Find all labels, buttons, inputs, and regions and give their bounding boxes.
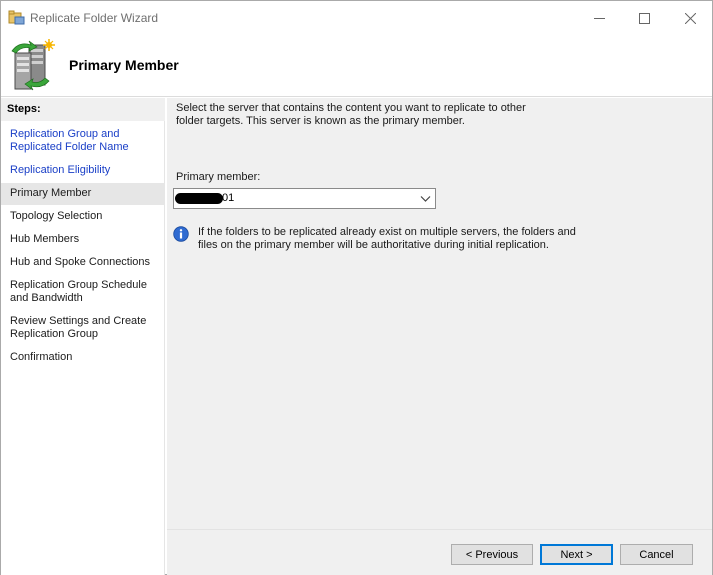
step-schedule-bandwidth: Replication Group Schedule and Bandwidth xyxy=(10,279,147,304)
primary-member-select[interactable]: 01 xyxy=(173,188,436,209)
steps-heading: Steps: xyxy=(1,98,165,121)
cancel-button[interactable]: Cancel xyxy=(620,544,693,565)
step-review-settings: Review Settings and Create Replication G… xyxy=(10,315,147,340)
wizard-header: Primary Member xyxy=(1,35,712,97)
step-hub-spoke-connections: Hub and Spoke Connections xyxy=(10,256,151,268)
wizard-window: Replicate Folder Wizard Primary Member S… xyxy=(0,0,713,575)
wizard-footer: < Previous Next > Cancel xyxy=(167,529,712,575)
content-panel: Select the server that contains the cont… xyxy=(167,98,712,529)
close-button[interactable] xyxy=(667,1,713,35)
info-text: If the folders to be replicated already … xyxy=(198,226,576,251)
info-icon xyxy=(173,226,189,242)
step-confirmation: Confirmation xyxy=(10,351,73,363)
next-button[interactable]: Next > xyxy=(540,544,613,565)
page-title: Primary Member xyxy=(69,57,179,73)
minimize-icon xyxy=(593,17,605,19)
window-title: Replicate Folder Wizard xyxy=(30,11,159,25)
primary-member-value: 01 xyxy=(222,192,235,204)
wizard-folder-icon xyxy=(8,10,25,25)
steps-panel: Steps: Replication Group and Replicated … xyxy=(1,98,165,575)
minimize-button[interactable] xyxy=(576,1,622,35)
previous-button[interactable]: < Previous xyxy=(451,544,533,565)
primary-member-label: Primary member: xyxy=(176,171,261,183)
maximize-button[interactable] xyxy=(621,1,667,35)
step-topology-selection: Topology Selection xyxy=(10,210,103,222)
step-replication-group-name[interactable]: Replication Group and Replicated Folder … xyxy=(1,128,165,154)
maximize-icon xyxy=(638,12,650,24)
close-icon xyxy=(684,12,696,24)
server-replication-icon xyxy=(11,39,55,91)
step-replication-eligibility[interactable]: Replication Eligibility xyxy=(1,164,165,177)
step-primary-member: Primary Member xyxy=(1,183,165,205)
title-bar: Replicate Folder Wizard xyxy=(1,1,712,35)
intro-text: Select the server that contains the cont… xyxy=(176,102,526,127)
chevron-down-icon xyxy=(420,196,431,202)
step-hub-members: Hub Members xyxy=(10,233,80,245)
redacted-server-name xyxy=(175,193,223,204)
